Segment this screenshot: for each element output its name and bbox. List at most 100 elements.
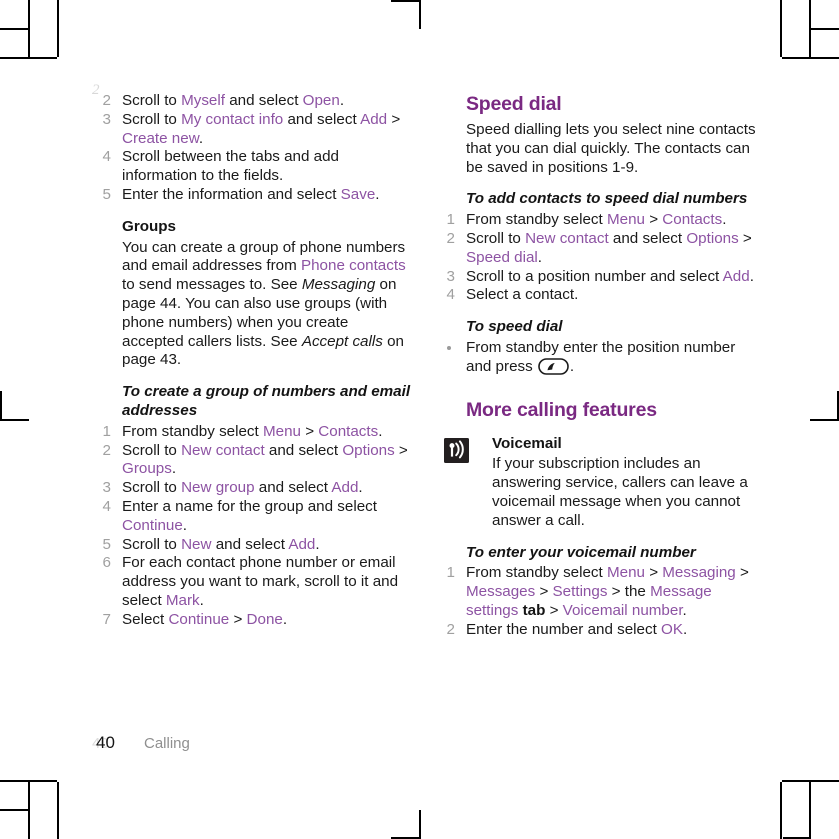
text-run: > [387,110,401,128]
ui-term-link: Speed dial [466,248,538,266]
text-run: and select [608,229,687,247]
step-text: Select a contact. [466,286,578,303]
step-number: 1 [446,564,455,582]
list-item: 2 Scroll to New contact and select Option… [96,442,412,480]
list-item: 1 From standby select Menu > Messaging > … [440,564,756,620]
step-text: Scroll to a position number and select A… [466,268,754,285]
ui-term-link: Contacts [318,422,379,440]
step-text: Scroll to My contact info and select Add… [122,111,400,147]
list-item: 5 Scroll to New and select Add. [96,536,412,555]
list-item: 3 Scroll to a position number and select … [440,268,756,287]
text-run: Speed dialling lets you select nine cont… [466,121,756,176]
step-number: 2 [102,92,111,109]
text-run: and select [254,479,332,497]
text-run: Scroll to [122,92,182,109]
list-item: 3 Scroll to My contact info and select Ad… [96,111,412,149]
step-number: 3 [446,267,455,285]
ui-term-link: Continue [122,516,183,534]
text-run: . [315,535,320,553]
speed-dial-heading: Speed dial [466,93,562,115]
to-speed-dial-block: To speed dial [466,318,756,337]
text-run: . [182,516,188,534]
ui-term-link: Phone contacts [300,257,406,275]
list-item-text: From standby enter the position number a… [466,339,735,375]
add-contacts-speed-dial-procedure-heading: To add contacts to speed dial numbers [466,190,748,208]
text-run: . [199,591,204,609]
list-item: 4 Select a contact. [440,286,756,305]
to-speed-dial-procedure-heading: To speed dial [466,318,563,336]
continued-procedure-steps: 2 Scroll to Myself and select Open. 3 Scrol… [96,92,412,205]
list-item: 2 Scroll to Myself and select Open. [96,92,412,111]
step-number: 3 [102,479,111,497]
text-run: . [378,422,383,440]
ui-term-link: Add [722,267,750,285]
text-run: and select [224,92,303,109]
text-run: . [339,92,345,109]
text-run: . [282,610,288,628]
ui-term-link: Menu [262,422,301,440]
step-number: 2 [102,441,111,459]
text-run: > [300,422,319,440]
text-run: Scroll to [122,110,182,128]
list-item: 1 From standby select Menu > Contacts. [440,211,756,230]
ui-term-link: New contact [181,441,265,459]
text-run: > [545,601,563,619]
text-run: From standby select [122,422,263,440]
voicemail-feature: Voicemail If your subscription includes … [444,435,756,531]
step-text: Enter the information and select Save. [122,186,380,203]
ui-term-link: New [181,535,212,553]
ui-term-link: Contacts [662,211,723,229]
text-run: > [644,211,663,229]
list-item: 4 Scroll between the tabs and add informa… [96,148,412,186]
ui-term-link: Create new [122,129,199,147]
text-run: If your subscription includes an answeri… [492,455,748,529]
step-number: 3 [102,110,111,128]
step-text: Scroll to New contact and select Options… [122,442,408,478]
ui-term-link: Continue [168,610,230,628]
step-text: Scroll to New group and select Add. [122,479,363,496]
enter-voicemail-number-procedure-heading: To enter your voicemail number [466,543,696,561]
groups-paragraph: You can create a group of phone numbers … [122,239,412,371]
add-contacts-speed-dial-steps: 1 From standby select Menu > Contacts. 2 Sc… [440,211,756,305]
create-group-procedure-heading: To create a group of numbers and email a… [122,383,411,419]
ui-term-link: Menu [606,211,645,229]
text-run: . [722,211,727,229]
text-run: . [375,185,380,203]
text-run: Scroll to [122,535,182,553]
text-run: > [644,564,663,582]
text-run: Scroll to [122,479,182,497]
step-text: Select Continue > Done. [122,611,287,628]
list-item: 5 Enter the information and select Save. [96,186,412,205]
ui-term-link: Menu [606,564,645,582]
ui-term-link: Done [246,610,283,628]
ui-term-link: Options [686,229,739,247]
step-text: Scroll to New contact and select Options… [466,230,752,266]
cross-reference: Accept calls [301,332,383,350]
two-column-layout: 2 Scroll to Myself and select Open. 3 Scrol… [96,92,756,640]
text-run: Scroll between the tabs and add informat… [122,148,339,185]
text-run: Scroll to [466,229,526,247]
cross-reference: Messaging [301,276,376,294]
ui-term-link: New group [181,479,255,497]
text-run: > [735,564,749,582]
text-run: Scroll to a position number and select [466,267,723,285]
step-number: 1 [102,422,111,440]
ui-term-link: My contact info [181,110,284,128]
text-run: From standby select [466,564,607,582]
groups-block: Groups You can create a group of phone n… [122,218,412,421]
step-number: 1 [446,211,455,229]
step-text: Enter the number and select OK. [466,621,687,638]
list-item: 4 Enter a name for the group and select C… [96,498,412,536]
text-run: to send messages to. See [122,276,302,294]
list-item: 2 Scroll to New contact and select Option… [440,230,756,268]
step-text: From standby select Menu > Messaging > M… [466,564,749,619]
emphasis-text: tab [518,601,546,619]
text-run: . [358,479,363,497]
text-run: Enter the number and select [466,620,662,638]
ui-term-link: Groups [122,460,172,478]
bullet-point [447,346,451,351]
step-number: 4 [446,286,455,304]
text-run: Enter the information and select [122,185,341,203]
step-number: 4 [102,497,111,515]
list-item: 1 From standby select Menu > Contacts. [96,423,412,442]
